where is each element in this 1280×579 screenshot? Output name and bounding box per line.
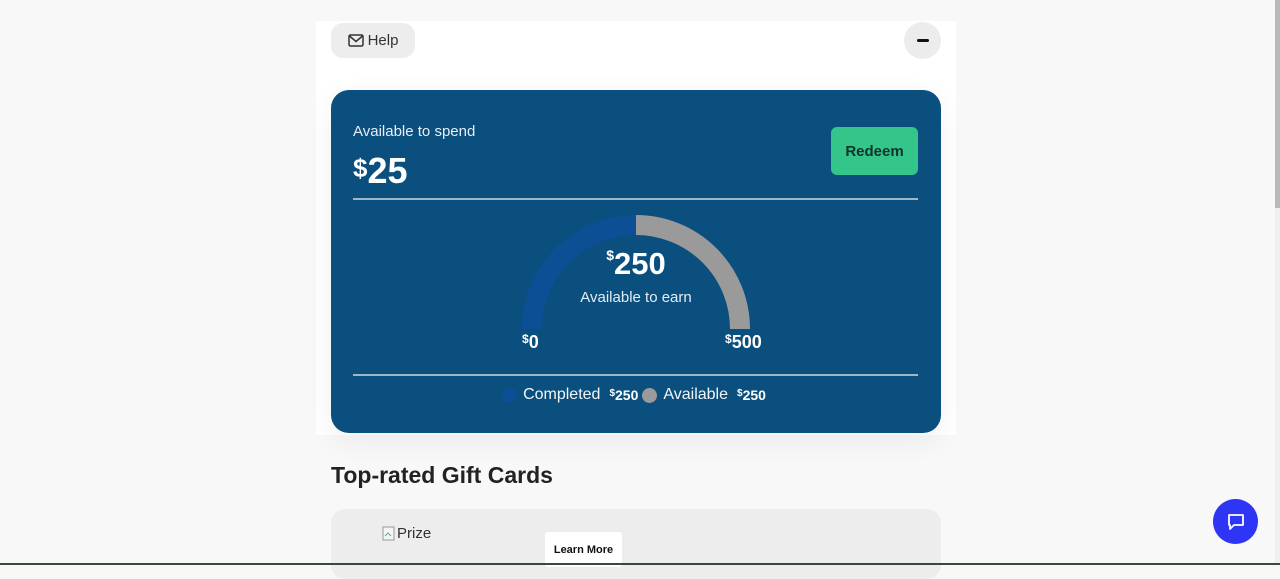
help-label: Help (367, 32, 399, 49)
spend-label: Available to spend (353, 123, 476, 140)
collapse-button[interactable] (904, 22, 941, 59)
spend-amount: $25 (353, 150, 408, 191)
divider (353, 198, 918, 200)
redeem-button[interactable]: Redeem (831, 127, 918, 175)
page-scrollbar[interactable] (1275, 0, 1280, 565)
minus-icon (916, 39, 929, 42)
gauge-max-label: $500 (725, 332, 762, 352)
gift-card-item[interactable]: Prize Learn More (331, 509, 941, 579)
prize-image: Prize (382, 525, 431, 542)
broken-image-icon (382, 526, 395, 540)
scrollbar-thumb[interactable] (1275, 0, 1280, 208)
chat-bubble-icon (1227, 513, 1244, 530)
legend-value-completed: $250 (609, 387, 639, 403)
divider (353, 374, 918, 376)
earn-label: Available to earn (580, 289, 692, 306)
chat-button[interactable] (1213, 499, 1258, 544)
gauge-min-label: $0 (522, 332, 539, 352)
section-title: Top-rated Gift Cards (331, 462, 553, 488)
legend-dot-completed (502, 387, 518, 403)
rewards-card: Available to spend $25 Redeem $250 Avail… (331, 90, 941, 433)
help-button[interactable]: Help (331, 23, 415, 58)
earn-amount: $250 (606, 246, 666, 281)
legend-label-available: Available (663, 386, 728, 403)
gauge-legend: Completed $250 Available $250 (331, 386, 941, 404)
learn-more-button[interactable]: Learn More (545, 532, 622, 567)
legend-dot-available (642, 387, 658, 403)
mail-icon (347, 34, 364, 47)
legend-label-completed: Completed (523, 386, 601, 403)
legend-value-available: $250 (737, 387, 766, 403)
prize-image-alt: Prize (397, 525, 432, 542)
